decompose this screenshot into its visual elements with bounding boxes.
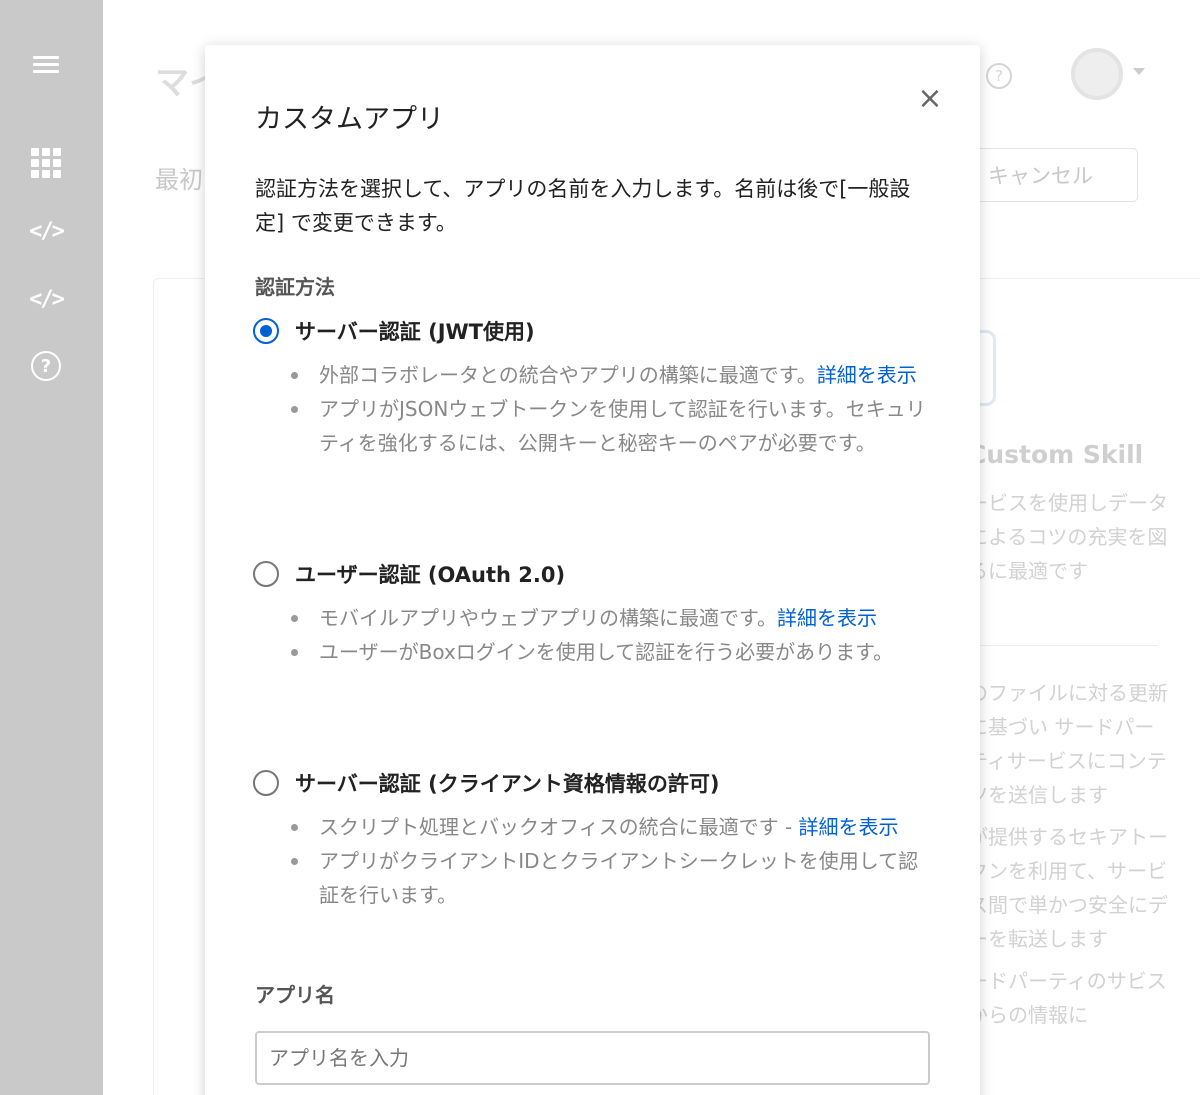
list-item: スクリプト処理とバックオフィスの統合に最適です - 詳細を表示 [291, 810, 931, 844]
learn-more-link[interactable]: 詳細を表示 [777, 606, 877, 630]
list-item: が提供するセキアトークンを利用て、サービス間で単かつ安全にデーを転送します [968, 825, 1168, 951]
radio-client-credentials[interactable] [253, 770, 279, 796]
auth-option-bullets: スクリプト処理とバックオフィスの統合に最適です - 詳細を表示 アプリがクライア… [291, 810, 931, 912]
radio-oauth[interactable] [253, 561, 279, 587]
auth-option-bullets: 外部コラボレータとの統合やアプリの構築に最適です。詳細を表示 アプリがJSONウ… [291, 358, 931, 460]
learn-more-link[interactable]: 詳細を表示 [799, 815, 899, 839]
list-item: のファイルに対る更新に基づい サードパーティサービスにコンテツを送信します [968, 681, 1168, 807]
list-item: 外部コラボレータとの統合やアプリの構築に最適です。詳細を表示 [291, 358, 931, 392]
list-item: アプリがJSONウェブトークンを使用して認証を行います。セキュリティを強化するに… [291, 392, 931, 460]
help-icon[interactable]: ? [28, 348, 64, 384]
divider [968, 645, 1158, 646]
custom-skill-title: Custom Skill [968, 440, 1144, 469]
menu-icon[interactable] [28, 46, 64, 82]
learn-more-link[interactable]: 詳細を表示 [817, 363, 917, 387]
auth-option-title: サーバー認証 (JWT使用) [295, 320, 535, 344]
custom-app-modal: カスタムアプリ × 認証方法を選択して、アプリの名前を入力します。名前は後で[一… [205, 45, 980, 1095]
list-item: モバイルアプリやウェブアプリの構築に最適です。詳細を表示 [291, 601, 931, 635]
app-name-label: アプリ名 [255, 983, 335, 1007]
avatar[interactable] [1071, 48, 1123, 100]
auth-method-label: 認証方法 [255, 275, 335, 299]
modal-title: カスタムアプリ [255, 104, 444, 135]
modal-intro: 認証方法を選択して、アプリの名前を入力します。名前は後で[一般設定] で変更でき… [255, 177, 911, 235]
sidebar: </> </> ? [0, 0, 103, 1095]
help-icon[interactable]: ? [986, 63, 1012, 89]
auth-option-bullets: モバイルアプリやウェブアプリの構築に最適です。詳細を表示 ユーザーがBoxログイ… [291, 601, 931, 669]
code-icon[interactable]: </> [28, 281, 65, 317]
list-item: ードパーティのサビスからの情報に [968, 969, 1167, 1027]
chevron-down-icon[interactable] [1133, 68, 1145, 75]
custom-skill-features: のファイルに対る更新に基づい サードパーティサービスにコンテツを送信します が提… [968, 676, 1168, 1040]
list-item: ユーザーがBoxログインを使用して認証を行う必要があります。 [291, 635, 931, 669]
custom-skill-description: ービスを使用しデータによるコツの充実を図るに最適です [968, 491, 1168, 583]
close-icon[interactable]: × [915, 81, 945, 116]
radio-jwt[interactable] [253, 318, 279, 344]
code-icon[interactable]: </> [28, 213, 65, 249]
auth-option-title: ユーザー認証 (OAuth 2.0) [295, 563, 566, 587]
auth-option-title: サーバー認証 (クライアント資格情報の許可) [295, 772, 720, 796]
list-item: アプリがクライアントIDとクライアントシークレットを使用して認証を行います。 [291, 844, 931, 912]
apps-grid-icon[interactable] [28, 145, 64, 181]
app-name-input[interactable] [255, 1031, 930, 1085]
page-subtitle: 最初 [155, 166, 203, 194]
